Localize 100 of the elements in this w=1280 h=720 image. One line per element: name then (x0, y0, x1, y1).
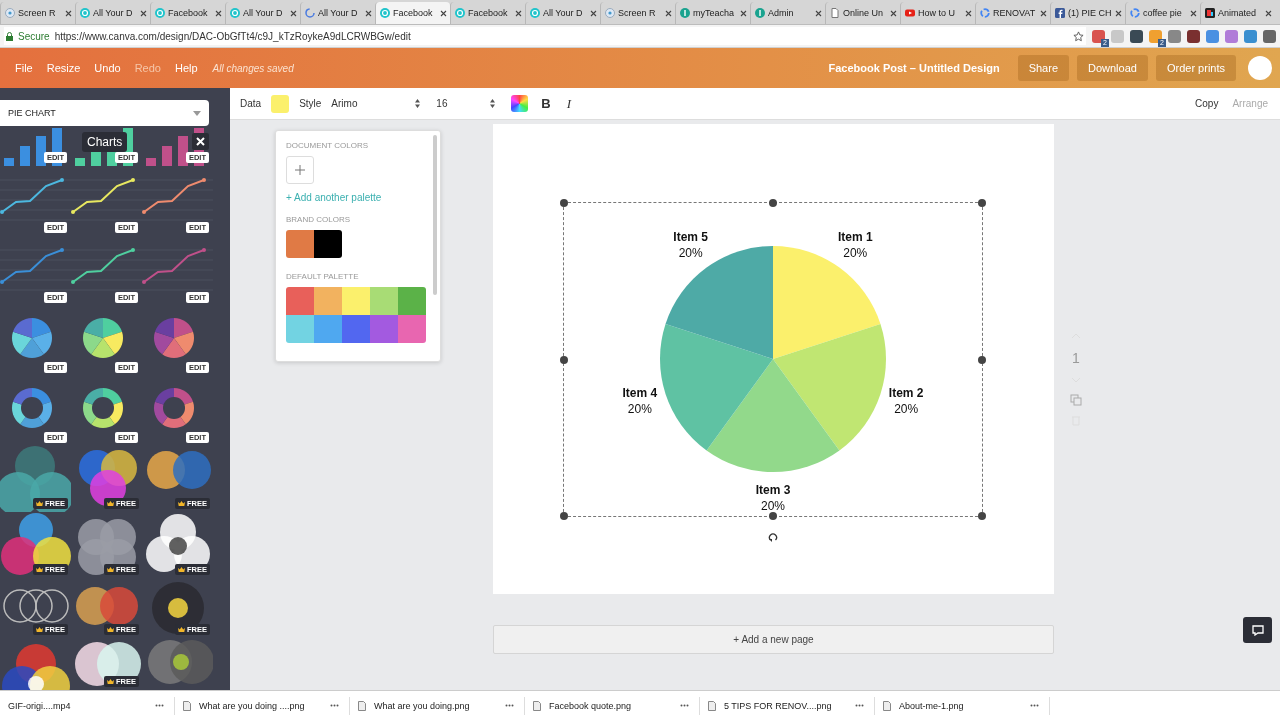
color-swatch[interactable] (342, 315, 370, 343)
color-swatch[interactable] (398, 315, 426, 343)
browser-tab[interactable]: Facebook (450, 2, 525, 24)
close-icon[interactable] (515, 9, 522, 17)
color-swatch[interactable] (314, 230, 342, 258)
browser-tab[interactable]: Screen R (600, 2, 675, 24)
more-icon[interactable] (155, 704, 164, 707)
close-icon[interactable] (665, 9, 672, 17)
browser-tab[interactable]: myTeacha (675, 2, 750, 24)
font-select[interactable]: Arimo (331, 98, 427, 109)
add-page-button[interactable]: + Add a new page (493, 625, 1054, 654)
resize-handle[interactable] (560, 512, 568, 520)
extension-icon[interactable] (1187, 29, 1200, 43)
close-icon[interactable] (1115, 9, 1122, 17)
close-icon[interactable] (215, 9, 222, 17)
add-color-button[interactable] (286, 156, 314, 184)
slice-label: Item 3 (755, 483, 791, 497)
close-button[interactable] (192, 133, 209, 150)
resize-handle[interactable] (560, 199, 568, 207)
address-bar[interactable]: Secure https://www.canva.com/design/DAC-ObGfTt4/c9J_kTzRoykeA9dLCRWBGw/edit (4, 27, 1086, 45)
browser-tab[interactable]: All Your D (525, 2, 600, 24)
rotate-icon[interactable] (768, 533, 778, 543)
close-icon[interactable] (1040, 9, 1047, 17)
download-item[interactable]: GIF-origi....mp4 (0, 696, 175, 715)
extension-icon[interactable] (1130, 29, 1143, 43)
file-name: About-me-1.png (899, 700, 965, 711)
style-button[interactable]: Style (299, 98, 322, 109)
more-icon[interactable] (1030, 704, 1039, 707)
resize-handle[interactable] (978, 512, 986, 520)
close-icon[interactable] (290, 9, 297, 17)
close-icon[interactable] (440, 9, 447, 17)
color-wheel-icon[interactable] (511, 95, 529, 112)
browser-tab[interactable]: coffee pie (1125, 2, 1200, 24)
close-icon[interactable] (590, 9, 597, 17)
category-dropdown[interactable]: PIE CHART (0, 100, 209, 126)
close-icon[interactable] (740, 9, 747, 17)
close-icon[interactable] (965, 9, 972, 17)
resize-handle[interactable] (560, 355, 568, 364)
slice-value: 20% (627, 402, 652, 417)
resize-handle[interactable] (769, 199, 777, 207)
color-swatch[interactable] (314, 315, 342, 343)
pie-slice[interactable] (660, 324, 773, 451)
star-icon[interactable] (1073, 30, 1084, 42)
browser-tab[interactable]: Facebook (375, 2, 450, 24)
browser-tab[interactable]: (1) PIE CH (1050, 2, 1125, 24)
close-icon[interactable] (1190, 9, 1197, 17)
close-icon[interactable] (65, 9, 72, 17)
text-color-swatch[interactable] (271, 94, 290, 113)
color-swatch[interactable] (398, 287, 426, 315)
data-button[interactable]: Data (240, 98, 262, 109)
browser-tab[interactable]: Screen R (0, 2, 75, 24)
browser-tab[interactable]: All Your D (225, 2, 300, 24)
browser-tab[interactable]: Admin (750, 2, 825, 24)
close-icon[interactable] (815, 9, 822, 17)
chat-button[interactable] (1243, 617, 1272, 643)
close-icon[interactable] (365, 9, 372, 17)
color-swatch[interactable] (370, 315, 398, 343)
play-icon (905, 8, 915, 18)
extension-icon[interactable] (1263, 29, 1276, 43)
more-icon[interactable] (330, 704, 339, 707)
download-item[interactable]: What are you doing ....png (175, 696, 350, 715)
browser-tab[interactable]: How to U (900, 2, 975, 24)
venn-diagram-drawing (0, 446, 71, 512)
crown-icon (107, 501, 114, 506)
toolbar-action[interactable]: Copy (1193, 98, 1221, 109)
color-swatch[interactable] (286, 287, 314, 315)
color-swatch[interactable] (370, 287, 398, 315)
download-item[interactable]: Facebook quote.png (525, 696, 700, 715)
resize-handle[interactable] (769, 512, 777, 520)
file-name: 5 TIPS FOR RENOV....png (724, 700, 833, 711)
more-icon[interactable] (680, 704, 689, 707)
bold-button[interactable]: B (538, 96, 554, 111)
close-icon[interactable] (140, 9, 147, 17)
download-item[interactable]: What are you doing.png (350, 696, 525, 715)
more-icon[interactable] (855, 704, 864, 707)
color-swatch[interactable] (314, 287, 342, 315)
scrollbar[interactable] (433, 135, 437, 295)
resize-handle[interactable] (978, 355, 986, 364)
browser-tab[interactable]: Animated (1200, 2, 1275, 24)
browser-tab[interactable]: Online Un (825, 2, 900, 24)
color-swatch[interactable] (286, 230, 314, 258)
download-item[interactable]: 5 TIPS FOR RENOV....png (700, 696, 875, 715)
resize-handle[interactable] (978, 199, 986, 207)
more-icon[interactable] (505, 704, 514, 707)
italic-button[interactable]: I (563, 95, 575, 112)
pie-slice[interactable] (665, 246, 773, 359)
crown-icon (178, 627, 185, 632)
browser-tab[interactable]: RENOVAT (975, 2, 1050, 24)
download-item[interactable]: About-me-1.png (875, 696, 1050, 715)
browser-tab[interactable]: All Your D (75, 2, 150, 24)
close-icon[interactable] (1265, 9, 1272, 17)
size-select[interactable]: 16 (436, 98, 502, 109)
color-swatch[interactable] (286, 315, 314, 343)
color-swatch[interactable] (342, 287, 370, 315)
selection-box[interactable]: Item 1 20% Item 2 20% Item 3 20% Item 4 20% Item 5 20% (563, 202, 983, 517)
design-page[interactable]: Item 1 20% Item 2 20% Item 3 20% Item 4 20% Item 5 20% (493, 124, 1054, 594)
letter-logo-icon (680, 8, 690, 18)
section-title: DOCUMENT COLORS (286, 141, 370, 150)
browser-tab[interactable]: Facebook (150, 2, 225, 24)
close-icon[interactable] (890, 9, 897, 17)
